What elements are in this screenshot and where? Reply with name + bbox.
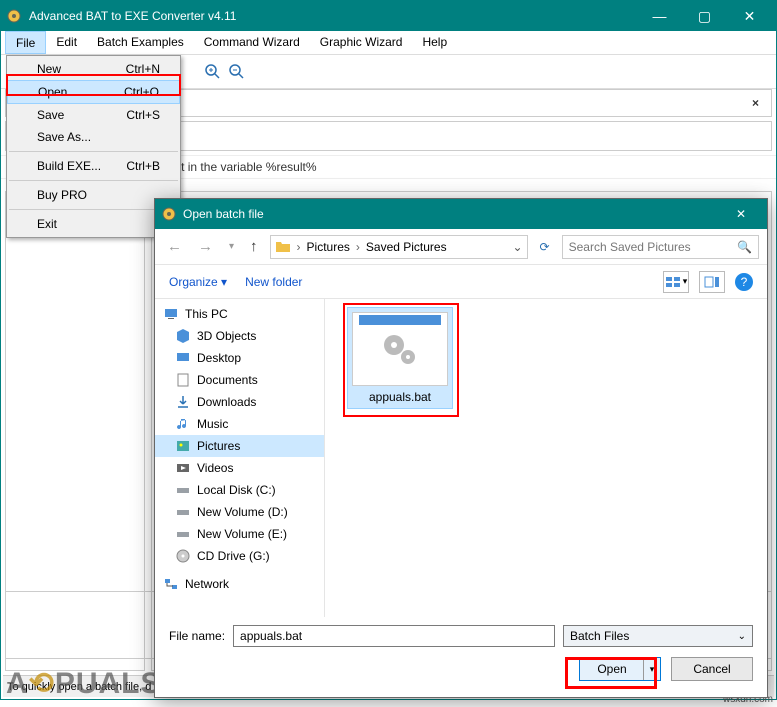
sidebar-documents[interactable]: Documents xyxy=(155,369,324,391)
menu-graphic-wizard[interactable]: Graphic Wizard xyxy=(310,31,413,54)
search-input[interactable]: Search Saved Pictures 🔍 xyxy=(562,235,759,259)
search-icon: 🔍 xyxy=(737,240,752,254)
zoom-in-icon[interactable] xyxy=(205,64,221,80)
params-close-icon[interactable]: × xyxy=(746,96,765,110)
sidebar-new-volume-d[interactable]: New Volume (D:) xyxy=(155,501,324,523)
menu-separator xyxy=(9,151,178,152)
new-folder-button[interactable]: New folder xyxy=(245,275,302,289)
gears-icon xyxy=(378,329,422,369)
sidebar-new-volume-e[interactable]: New Volume (E:) xyxy=(155,523,324,545)
sidebar-desktop[interactable]: Desktop xyxy=(155,347,324,369)
sidebar-cd-drive-g[interactable]: CD Drive (G:) xyxy=(155,545,324,567)
menu-item-build-exe[interactable]: Build EXE...Ctrl+B xyxy=(7,155,180,177)
dialog-nav: ← → ▾ ↑ › Pictures › Saved Pictures ⌄ ⟳ … xyxy=(155,229,767,265)
desktop-icon xyxy=(175,350,191,366)
drive-icon xyxy=(175,482,191,498)
organize-button[interactable]: Organize ▾ xyxy=(169,275,227,289)
menubar: File Edit Batch Examples Command Wizard … xyxy=(1,31,776,55)
menu-file[interactable]: File xyxy=(5,31,46,54)
menu-item-save-as[interactable]: Save As... xyxy=(7,126,180,148)
sidebar-downloads[interactable]: Downloads xyxy=(155,391,324,413)
app-title: Advanced BAT to EXE Converter v4.11 xyxy=(29,9,637,23)
drive-icon xyxy=(175,526,191,542)
sidebar-local-disk-c[interactable]: Local Disk (C:) xyxy=(155,479,324,501)
cd-icon xyxy=(175,548,191,564)
music-icon xyxy=(175,416,191,432)
network-icon xyxy=(163,576,179,592)
file-label: appuals.bat xyxy=(352,390,448,404)
dialog-body: This PC 3D Objects Desktop Documents Dow… xyxy=(155,299,767,617)
file-thumb xyxy=(352,312,448,386)
menu-command-wizard[interactable]: Command Wizard xyxy=(194,31,310,54)
refresh-icon[interactable]: ⟳ xyxy=(536,240,554,254)
breadcrumb-pictures[interactable]: Pictures xyxy=(303,240,354,254)
nav-recent-icon[interactable]: ▾ xyxy=(225,239,238,254)
file-name-label: File name: xyxy=(169,629,225,643)
dialog-bottom: File name: Batch Files⌄ Open Cancel xyxy=(155,617,767,697)
cube-icon xyxy=(175,328,191,344)
menu-item-save[interactable]: SaveCtrl+S xyxy=(7,104,180,126)
cancel-button[interactable]: Cancel xyxy=(671,657,753,681)
videos-icon xyxy=(175,460,191,476)
dialog-icon xyxy=(161,206,177,222)
downloads-icon xyxy=(175,394,191,410)
nav-forward-icon[interactable]: → xyxy=(194,236,217,257)
file-type-filter[interactable]: Batch Files⌄ xyxy=(563,625,753,647)
sidebar-pictures[interactable]: Pictures xyxy=(155,435,324,457)
app-icon xyxy=(5,7,23,25)
breadcrumb-sep: › xyxy=(354,240,362,254)
breadcrumb-saved-pictures[interactable]: Saved Pictures xyxy=(362,240,451,254)
menu-separator xyxy=(9,180,178,181)
drive-icon xyxy=(175,504,191,520)
dialog-titlebar: Open batch file ✕ xyxy=(155,199,767,229)
minimize-button[interactable]: — xyxy=(637,1,682,31)
file-list[interactable]: appuals.bat xyxy=(325,299,767,617)
dialog-close-button[interactable]: ✕ xyxy=(721,199,761,229)
dialog-title: Open batch file xyxy=(183,207,721,221)
search-placeholder: Search Saved Pictures xyxy=(569,240,691,254)
preview-pane-button[interactable] xyxy=(699,271,725,293)
sidebar: This PC 3D Objects Desktop Documents Dow… xyxy=(155,299,325,617)
address-dropdown-icon[interactable]: ⌄ xyxy=(512,240,522,254)
menu-help[interactable]: Help xyxy=(412,31,457,54)
menu-batch-examples[interactable]: Batch Examples xyxy=(87,31,194,54)
sidebar-this-pc[interactable]: This PC xyxy=(155,303,324,325)
menu-edit[interactable]: Edit xyxy=(46,31,87,54)
address-bar[interactable]: › Pictures › Saved Pictures ⌄ xyxy=(270,235,528,259)
menu-separator xyxy=(9,209,178,210)
close-button[interactable]: ✕ xyxy=(727,1,772,31)
sidebar-music[interactable]: Music xyxy=(155,413,324,435)
menu-item-open[interactable]: Open...Ctrl+O xyxy=(7,80,180,104)
help-icon[interactable]: ? xyxy=(735,273,753,291)
menu-item-new[interactable]: NewCtrl+N xyxy=(7,58,180,80)
open-button[interactable]: Open xyxy=(579,657,661,681)
titlebar: Advanced BAT to EXE Converter v4.11 — ▢ … xyxy=(1,1,776,31)
sidebar-videos[interactable]: Videos xyxy=(155,457,324,479)
open-file-dialog: Open batch file ✕ ← → ▾ ↑ › Pictures › S… xyxy=(154,198,768,698)
pictures-icon xyxy=(175,438,191,454)
maximize-button[interactable]: ▢ xyxy=(682,1,727,31)
breadcrumb-sep: › xyxy=(295,240,303,254)
nav-up-icon[interactable]: ↑ xyxy=(246,236,262,257)
documents-icon xyxy=(175,372,191,388)
watermark: A⟲PUALS xyxy=(6,666,162,701)
dialog-toolbar: Organize ▾ New folder ▾ ? xyxy=(155,265,767,299)
folder-icon xyxy=(275,239,291,255)
sidebar-3d-objects[interactable]: 3D Objects xyxy=(155,325,324,347)
view-mode-button[interactable]: ▾ xyxy=(663,271,689,293)
file-name-input[interactable] xyxy=(233,625,555,647)
zoom-out-icon[interactable] xyxy=(229,64,245,80)
nav-back-icon[interactable]: ← xyxy=(163,236,186,257)
pc-icon xyxy=(163,306,179,322)
sidebar-network[interactable]: Network xyxy=(155,573,324,595)
file-item-appuals-bat[interactable]: appuals.bat xyxy=(347,307,453,409)
